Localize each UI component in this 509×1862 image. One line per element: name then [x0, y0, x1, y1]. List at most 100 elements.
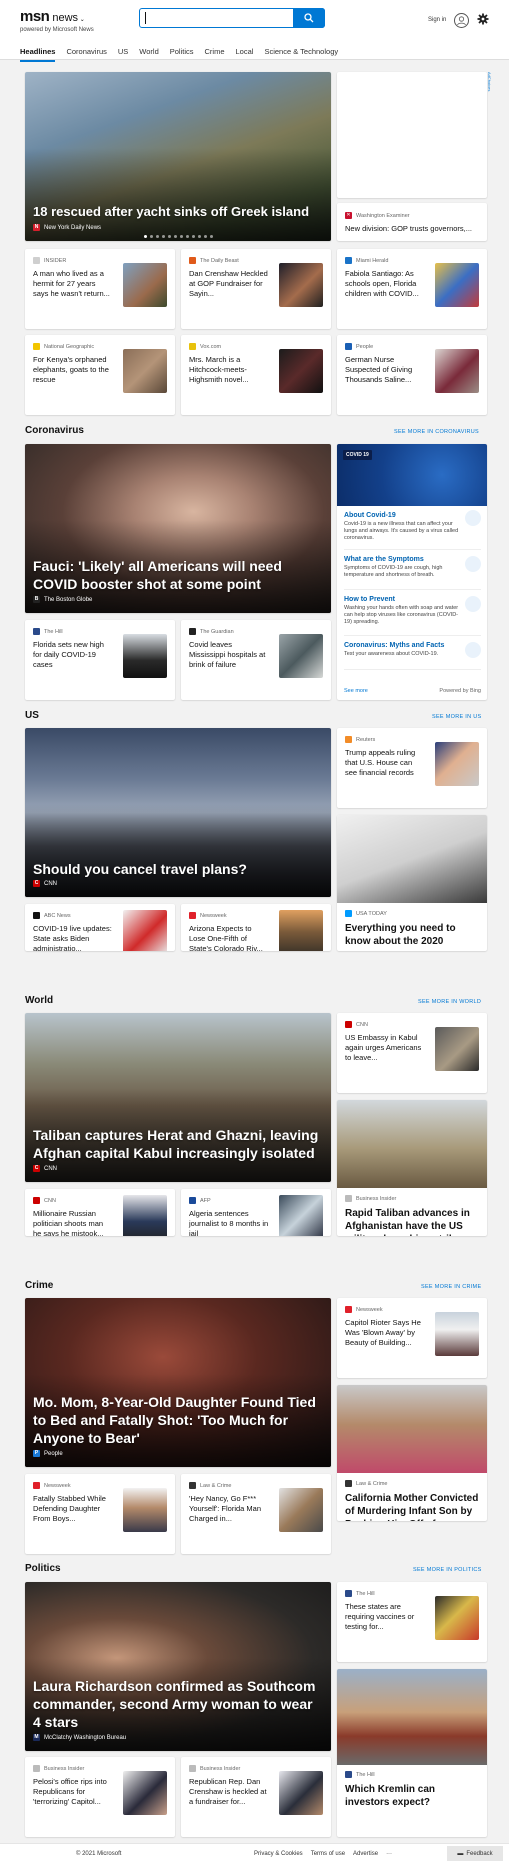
section-title-world[interactable]: World: [25, 995, 53, 1006]
card-source: Law & Crime: [200, 1482, 232, 1489]
crime-tall-card[interactable]: Law & Crime California Mother Convicted …: [337, 1385, 487, 1521]
hero-headline: Laura Richardson confirmed as Southcom c…: [33, 1678, 316, 1730]
search-button[interactable]: [293, 8, 325, 28]
crime-hero-card[interactable]: Mo. Mom, 8-Year-Old Daughter Found Tied …: [25, 1298, 331, 1467]
feedback-button[interactable]: ▬ Feedback: [447, 1846, 503, 1861]
card-title: Arizona Expects to Lose One-Fifth of Sta…: [189, 924, 263, 951]
news-card[interactable]: People German Nurse Suspected of Giving …: [337, 335, 487, 415]
news-card[interactable]: The Hill Florida sets new high for daily…: [25, 620, 175, 700]
brand-name: msn: [20, 8, 50, 25]
us-hero-card[interactable]: Should you cancel travel plans? C CNN: [25, 728, 331, 897]
news-card[interactable]: Vox.com Mrs. March is a Hitchcock-meets-…: [181, 335, 331, 415]
info-icon: [465, 510, 481, 526]
product-name: news: [52, 12, 79, 24]
card-title: Millionaire Russian politician shoots ma…: [33, 1209, 104, 1236]
news-card[interactable]: CNN US Embassy in Kabul again urges Amer…: [337, 1013, 487, 1093]
hero-headline: 18 rescued after yacht sinks off Greek i…: [33, 204, 310, 219]
hero-headline: Should you cancel travel plans?: [33, 861, 247, 877]
news-card[interactable]: INSIDER A man who lived as a hermit for …: [25, 249, 175, 329]
news-card[interactable]: The Hill These states are requiring vacc…: [337, 1582, 487, 1662]
hero-source: CNN: [44, 880, 57, 887]
search-input[interactable]: [139, 8, 325, 28]
source-logo-icon: C: [33, 880, 40, 887]
world-tall-card[interactable]: Business Insider Rapid Taliban advances …: [337, 1100, 487, 1236]
card-title: Republican Rep. Dan Crenshaw is heckled …: [189, 1777, 267, 1806]
covid-row-about[interactable]: About Covid-19 Covid-19 is a new illness …: [344, 506, 481, 550]
news-card[interactable]: ABC News COVID-19 live updates: State as…: [25, 904, 175, 951]
see-more-crime[interactable]: SEE MORE IN CRIME: [421, 1284, 481, 1290]
hero-headline: Mo. Mom, 8-Year-Old Daughter Found Tied …: [33, 1394, 316, 1446]
news-card[interactable]: Law & Crime 'Hey Nancy, Go F*** Yourself…: [181, 1474, 331, 1554]
more-menu[interactable]: ···: [386, 1851, 392, 1857]
card-source: The Hill: [44, 628, 63, 635]
see-more-coronavirus[interactable]: SEE MORE IN CORONAVIRUS: [394, 429, 479, 435]
section-title-coronavirus[interactable]: Coronavirus: [25, 425, 84, 436]
card-thumbnail: [279, 634, 323, 678]
news-card[interactable]: Business Insider Republican Rep. Dan Cre…: [181, 1757, 331, 1837]
card-source: ABC News: [44, 912, 71, 919]
news-card[interactable]: Miami Herald Fabiola Santiago: As school…: [337, 249, 487, 329]
news-card[interactable]: Newsweek Capitol Rioter Says He Was 'Blo…: [337, 1298, 487, 1378]
avatar-icon[interactable]: [454, 13, 469, 28]
card-thumbnail: [123, 349, 167, 393]
covid-row-symptoms[interactable]: What are the Symptoms Symptoms of COVID-1…: [344, 552, 481, 590]
news-card[interactable]: AFP Algeria sentences journalist to 8 mo…: [181, 1189, 331, 1236]
msn-logo[interactable]: msn news ⌄ powered by Microsoft News: [20, 8, 94, 33]
terms-link[interactable]: Terms of use: [311, 1851, 345, 1857]
carousel-dots[interactable]: [25, 235, 331, 238]
politics-tall-card[interactable]: The Hill Which Kremlin can investors exp…: [337, 1669, 487, 1837]
card-title: Fabiola Santiago: As schools open, Flori…: [345, 269, 419, 298]
news-card[interactable]: Reuters Trump appeals ruling that U.S. H…: [337, 728, 487, 808]
see-more-politics[interactable]: SEE MORE IN POLITICS: [413, 1567, 482, 1573]
news-card[interactable]: National Geographic For Kenya's orphaned…: [25, 335, 175, 415]
card-thumbnail: [435, 742, 479, 786]
card-title: US Embassy in Kabul again urges American…: [345, 1033, 422, 1062]
card-source: Vox.com: [200, 343, 222, 350]
privacy-link[interactable]: Privacy & Cookies: [254, 1851, 303, 1857]
side-news-card[interactable]: ✕ Washington Examiner New division: GOP t…: [337, 203, 487, 241]
us-census-card[interactable]: USA TODAY Everything you need to know ab…: [337, 815, 487, 951]
see-more-world[interactable]: SEE MORE IN WORLD: [418, 999, 481, 1005]
card-source: National Geographic: [44, 343, 95, 350]
section-title-crime[interactable]: Crime: [25, 1280, 53, 1291]
covid-row-prevent[interactable]: How to Prevent Washing your hands often w…: [344, 592, 481, 636]
hero-source: CNN: [44, 1165, 57, 1172]
card-image: [337, 1100, 487, 1188]
gear-icon[interactable]: [477, 13, 489, 25]
card-title: Everything you need to know about the 20…: [345, 923, 456, 951]
covid-row-myths[interactable]: Coronavirus: Myths and Facts Test your aw…: [344, 638, 481, 670]
news-card[interactable]: Newsweek Arizona Expects to Lose One-Fif…: [181, 904, 331, 951]
top-hero-card[interactable]: 18 rescued after yacht sinks off Greek i…: [25, 72, 331, 241]
card-title: German Nurse Suspected of Giving Thousan…: [345, 355, 413, 384]
news-card[interactable]: The Guardian Covid leaves Mississippi ho…: [181, 620, 331, 700]
news-card[interactable]: CNN Millionaire Russian politician shoot…: [25, 1189, 175, 1236]
card-title: Mrs. March is a Hitchcock-meets-Highsmit…: [189, 355, 249, 384]
advertise-link[interactable]: Advertise: [353, 1851, 378, 1857]
card-title: Covid leaves Mississippi hospitals at br…: [189, 640, 266, 669]
world-hero-card[interactable]: Taliban captures Herat and Ghazni, leavi…: [25, 1013, 331, 1182]
card-thumbnail: [435, 263, 479, 307]
card-title: 'Hey Nancy, Go F*** Yourself': Florida M…: [189, 1494, 262, 1523]
ad-choices-label[interactable]: AdChoices: [487, 72, 492, 91]
footer: © 2021 Microsoft Privacy & Cookies Terms…: [0, 1843, 509, 1862]
news-card[interactable]: The Daily Beast Dan Crenshaw Heckled at …: [181, 249, 331, 329]
section-title-us[interactable]: US: [25, 710, 39, 721]
powered-by: powered by Microsoft News: [20, 27, 94, 33]
source-logo-icon: C: [33, 1165, 40, 1172]
ad-slot[interactable]: [337, 72, 487, 198]
news-card[interactable]: Newsweek Fatally Stabbed While Defending…: [25, 1474, 175, 1554]
section-title-politics[interactable]: Politics: [25, 1563, 61, 1574]
see-more-us[interactable]: SEE MORE IN US: [432, 714, 481, 720]
card-source: USA TODAY: [356, 910, 387, 917]
covid-see-more[interactable]: See more: [344, 688, 368, 694]
card-title: A man who lived as a hermit for 27 years…: [33, 269, 110, 298]
news-card[interactable]: Business Insider Pelosi's office rips in…: [25, 1757, 175, 1837]
card-thumbnail: [279, 1488, 323, 1532]
card-source: The Hill: [356, 1771, 375, 1778]
sign-in-link[interactable]: Sign in: [428, 17, 446, 23]
handwash-icon: [465, 596, 481, 612]
politics-hero-card[interactable]: Laura Richardson confirmed as Southcom c…: [25, 1582, 331, 1751]
covid-tag: COVID 19: [343, 450, 372, 460]
source-logo-icon: P: [33, 1450, 40, 1457]
coronavirus-hero-card[interactable]: Fauci: 'Likely' all Americans will need …: [25, 444, 331, 613]
